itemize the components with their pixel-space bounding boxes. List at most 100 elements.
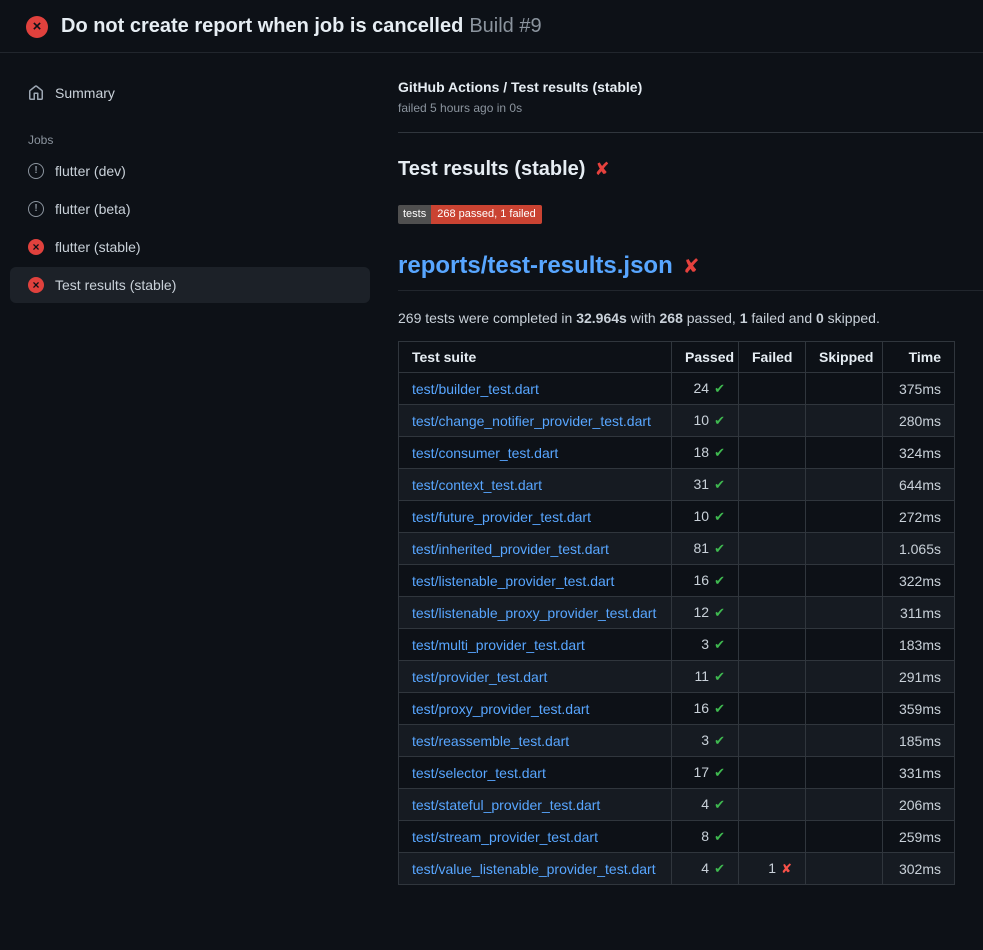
skipped-cell	[806, 853, 883, 885]
test-suite-link[interactable]: test/listenable_provider_test.dart	[412, 573, 614, 589]
suite-cell: test/listenable_provider_test.dart	[399, 565, 672, 597]
skipped-cell	[806, 437, 883, 469]
failed-cell	[739, 693, 806, 725]
test-suite-link[interactable]: test/builder_test.dart	[412, 381, 539, 397]
suite-cell: test/proxy_provider_test.dart	[399, 693, 672, 725]
table-row: test/stream_provider_test.dart 8✔ 259ms	[399, 821, 955, 853]
table-row: test/context_test.dart31✔644ms	[399, 469, 955, 501]
skipped-cell	[806, 405, 883, 437]
summary-skipped-count: 0	[816, 310, 824, 326]
failed-cell	[739, 757, 806, 789]
passed-cell: 8✔	[672, 821, 739, 853]
failed-status-icon: ×	[28, 277, 44, 293]
summary-text: failed and	[748, 310, 817, 326]
test-suite-link[interactable]: test/provider_test.dart	[412, 669, 547, 685]
table-row: test/stateful_provider_test.dart4✔206ms	[399, 789, 955, 821]
neutral-status-icon: !	[28, 201, 44, 217]
suite-cell: test/value_listenable_provider_test.dart	[399, 853, 672, 885]
time-cell: 280ms	[883, 405, 955, 437]
col-header-test-suite: Test suite	[399, 342, 672, 373]
time-cell: 359ms	[883, 693, 955, 725]
sidebar: Summary Jobs !flutter (dev)!flutter (bet…	[0, 53, 380, 305]
neutral-status-icon: !	[28, 163, 44, 179]
x-icon: ✘	[781, 861, 792, 876]
summary-text: 269 tests were completed in	[398, 310, 576, 326]
test-suite-link[interactable]: test/multi_provider_test.dart	[412, 637, 585, 653]
passed-cell: 12✔	[672, 597, 739, 629]
summary-passed-count: 268	[660, 310, 683, 326]
time-cell: 331ms	[883, 757, 955, 789]
test-suite-link[interactable]: test/inherited_provider_test.dart	[412, 541, 609, 557]
main-content: GitHub Actions / Test results (stable) f…	[380, 53, 983, 885]
skipped-cell	[806, 469, 883, 501]
test-suite-link[interactable]: test/context_test.dart	[412, 477, 542, 493]
failed-cell: 1✘	[739, 853, 806, 885]
test-suite-link[interactable]: test/value_listenable_provider_test.dart	[412, 861, 656, 877]
test-suite-link[interactable]: test/stateful_provider_test.dart	[412, 797, 600, 813]
breadcrumb: GitHub Actions / Test results (stable)	[398, 79, 983, 95]
suite-cell: test/stream_provider_test.dart	[399, 821, 672, 853]
table-row: test/proxy_provider_test.dart 16✔ 359ms	[399, 693, 955, 725]
passed-cell: 4✔	[672, 853, 739, 885]
sidebar-job-flutter-beta[interactable]: !flutter (beta)	[10, 191, 370, 227]
page-title: Do not create report when job is cancell…	[61, 15, 542, 38]
failed-cell	[739, 373, 806, 405]
report-file-link[interactable]: reports/test-results.json	[398, 252, 673, 280]
check-icon: ✔	[714, 477, 725, 492]
failed-cell	[739, 629, 806, 661]
suite-cell: test/consumer_test.dart	[399, 437, 672, 469]
passed-cell: 16✔	[672, 693, 739, 725]
test-suite-link[interactable]: test/consumer_test.dart	[412, 445, 558, 461]
sidebar-job-flutter-stable[interactable]: × flutter (stable)	[10, 229, 370, 265]
sidebar-job-flutter-dev[interactable]: !flutter (dev)	[10, 153, 370, 189]
summary-text: passed,	[683, 310, 740, 326]
sidebar-job-test-results-stable[interactable]: ×Test results (stable)	[10, 267, 370, 303]
sidebar-jobs: !flutter (dev)!flutter (beta) × flutter (s…	[0, 153, 380, 303]
suite-cell: test/builder_test.dart	[399, 373, 672, 405]
test-suite-link[interactable]: test/proxy_provider_test.dart	[412, 701, 589, 717]
col-header-time: Time	[883, 342, 955, 373]
test-suite-link[interactable]: test/selector_test.dart	[412, 765, 546, 781]
test-suite-link[interactable]: test/change_notifier_provider_test.dart	[412, 413, 651, 429]
time-cell: 259ms	[883, 821, 955, 853]
layout: Summary Jobs !flutter (dev)!flutter (bet…	[0, 53, 983, 885]
table-row: test/future_provider_test.dart10✔272ms	[399, 501, 955, 533]
test-suite-link[interactable]: test/stream_provider_test.dart	[412, 829, 598, 845]
summary-line: 269 tests were completed in 32.964s with…	[398, 310, 983, 326]
col-header-skipped: Skipped	[806, 342, 883, 373]
test-suite-link[interactable]: test/future_provider_test.dart	[412, 509, 591, 525]
summary-failed-count: 1	[740, 310, 748, 326]
sidebar-item-summary[interactable]: Summary	[10, 75, 370, 111]
check-icon: ✔	[714, 765, 725, 780]
skipped-cell	[806, 533, 883, 565]
test-suite-link[interactable]: test/reassemble_test.dart	[412, 733, 569, 749]
table-row: test/builder_test.dart24✔375ms	[399, 373, 955, 405]
table-row: test/change_notifier_provider_test.dart 1…	[399, 405, 955, 437]
table-row: test/listenable_proxy_provider_test.dart…	[399, 597, 955, 629]
test-suite-link[interactable]: test/listenable_proxy_provider_test.dart	[412, 605, 656, 621]
skipped-cell	[806, 725, 883, 757]
suite-cell: test/provider_test.dart	[399, 661, 672, 693]
time-cell: 1.065s	[883, 533, 955, 565]
passed-cell: 3✔	[672, 629, 739, 661]
report-heading: reports/test-results.json ✘	[398, 252, 983, 291]
passed-cell: 16✔	[672, 565, 739, 597]
failed-status-icon: ×	[28, 239, 44, 255]
time-cell: 311ms	[883, 597, 955, 629]
summary-text: with	[627, 310, 660, 326]
failed-cell	[739, 789, 806, 821]
suite-cell: test/selector_test.dart	[399, 757, 672, 789]
check-icon: ✔	[714, 733, 725, 748]
failed-cell	[739, 469, 806, 501]
check-run-title: Test results (stable) ✘	[398, 158, 983, 181]
divider	[398, 132, 983, 133]
col-header-passed: Passed	[672, 342, 739, 373]
passed-cell: 10✔	[672, 405, 739, 437]
skipped-cell	[806, 821, 883, 853]
run-title: Do not create report when job is cancell…	[61, 15, 463, 37]
job-label: flutter (stable)	[55, 239, 141, 255]
check-icon: ✔	[714, 541, 725, 556]
time-cell: 324ms	[883, 437, 955, 469]
check-icon: ✔	[714, 669, 725, 684]
suite-cell: test/stateful_provider_test.dart	[399, 789, 672, 821]
